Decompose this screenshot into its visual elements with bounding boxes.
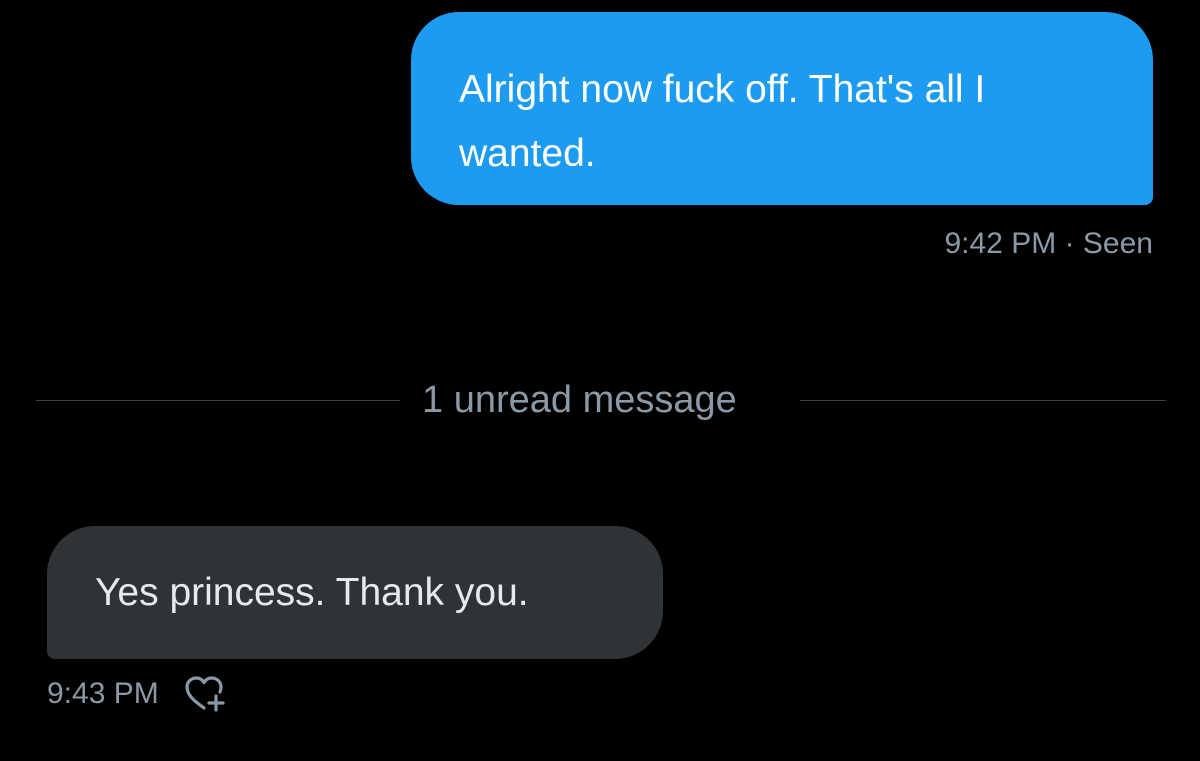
unread-divider: 1 unread message: [36, 373, 1166, 427]
heart-plus-icon: [185, 676, 225, 712]
sent-message-meta: 9:42 PM · Seen: [945, 224, 1154, 264]
unread-label: 1 unread message: [422, 379, 737, 421]
received-message-meta: 9:43 PM: [47, 672, 229, 716]
sent-message-bubble[interactable]: Alright now fuck off. That's all I wante…: [411, 12, 1153, 205]
meta-separator: ·: [1064, 227, 1075, 260]
divider-line-right: [800, 400, 1166, 401]
sent-message-text: Alright now fuck off. That's all I wante…: [459, 68, 986, 175]
conversation-thread: Alright now fuck off. That's all I wante…: [0, 0, 1200, 761]
received-message-bubble[interactable]: Yes princess. Thank you.: [47, 526, 663, 659]
received-message-time: 9:43 PM: [47, 677, 159, 710]
sent-message-time: 9:42 PM: [944, 227, 1057, 260]
seen-status: Seen: [1082, 227, 1153, 260]
divider-line-left: [36, 400, 400, 401]
add-reaction-button[interactable]: [181, 672, 229, 716]
received-message-text: Yes princess. Thank you.: [95, 571, 529, 614]
